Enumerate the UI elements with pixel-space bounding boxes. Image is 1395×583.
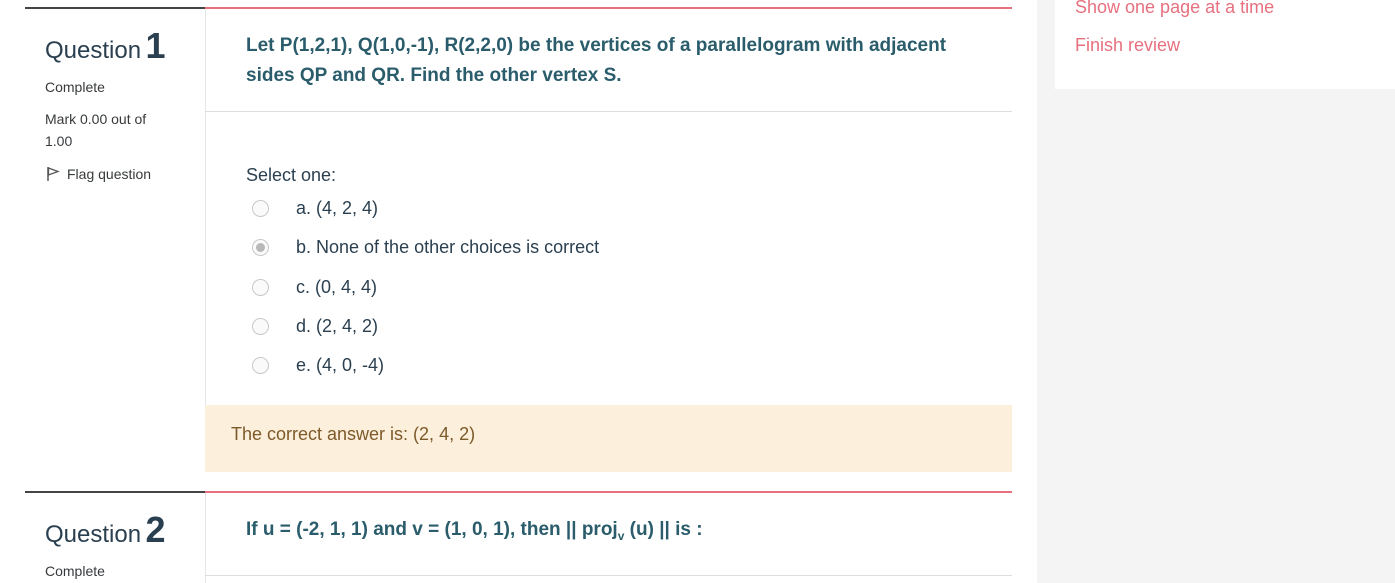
answer-option-label: b. None of the other choices is correct — [296, 236, 600, 257]
answer-option-d[interactable]: d. (2, 4, 2) — [252, 314, 378, 338]
question-state: Complete — [45, 563, 105, 579]
correct-answer-text: The correct answer is: (2, 4, 2) — [231, 424, 476, 444]
question-label: Question — [45, 37, 142, 64]
question-divider — [205, 575, 1012, 576]
answer-option-a[interactable]: a. (4, 2, 4) — [252, 196, 378, 220]
answer-option-label: a. (4, 2, 4) — [296, 197, 379, 218]
question-divider — [205, 111, 1012, 112]
question-text-part: (u) || is : — [624, 519, 703, 540]
flag-icon — [47, 167, 60, 181]
radio-button[interactable] — [252, 356, 269, 374]
question-text: If u = (-2, 1, 1) and v = (1, 0, 1), the… — [246, 515, 976, 551]
flag-question-button[interactable]: Flag question — [45, 166, 151, 182]
quiz-navigation-block: Show one page at a time Finish review — [1055, 0, 1395, 89]
question-info: Question 1 Complete Mark 0.00 out of 1.0… — [25, 7, 205, 487]
radio-button[interactable] — [252, 317, 269, 335]
question-state: Complete — [45, 79, 105, 95]
select-one-prompt: Select one: — [246, 165, 337, 185]
radio-button-checked[interactable] — [252, 238, 269, 256]
question-text-part: If u = (-2, 1, 1) and v = (1, 0, 1), the… — [246, 519, 618, 540]
flag-question-label: Flag question — [67, 166, 152, 182]
question-number-value: 2 — [145, 509, 166, 550]
answer-option-label: d. (2, 4, 2) — [296, 315, 379, 336]
answer-option-e[interactable]: e. (4, 0, -4) — [252, 353, 384, 377]
question-number: Question 1 — [45, 25, 166, 67]
question-number-value: 1 — [145, 25, 166, 66]
question-label: Question — [45, 521, 142, 548]
question-number: Question 2 — [45, 509, 166, 551]
answer-option-b[interactable]: b. None of the other choices is correct — [252, 235, 599, 259]
answer-option-c[interactable]: c. (0, 4, 4) — [252, 275, 377, 299]
answer-option-label: e. (4, 0, -4) — [296, 354, 385, 375]
radio-button[interactable] — [252, 278, 269, 296]
question-content: Let P(1,2,1), Q(1,0,-1), R(2,2,0) be the… — [205, 7, 1012, 472]
show-one-page-link[interactable]: Show one page at a time — [1075, 0, 1274, 18]
question-content: If u = (-2, 1, 1) and v = (1, 0, 1), the… — [205, 491, 1012, 583]
feedback-panel: The correct answer is: (2, 4, 2) — [205, 405, 1012, 472]
question-text: Let P(1,2,1), Q(1,0,-1), R(2,2,0) be the… — [246, 35, 947, 86]
radio-button[interactable] — [252, 199, 269, 217]
answer-option-label: c. (0, 4, 4) — [296, 276, 378, 297]
question-info: Question 2 Complete — [25, 491, 205, 583]
finish-review-link[interactable]: Finish review — [1075, 35, 1180, 56]
question-grade: Mark 0.00 out of 1.00 — [45, 111, 147, 149]
